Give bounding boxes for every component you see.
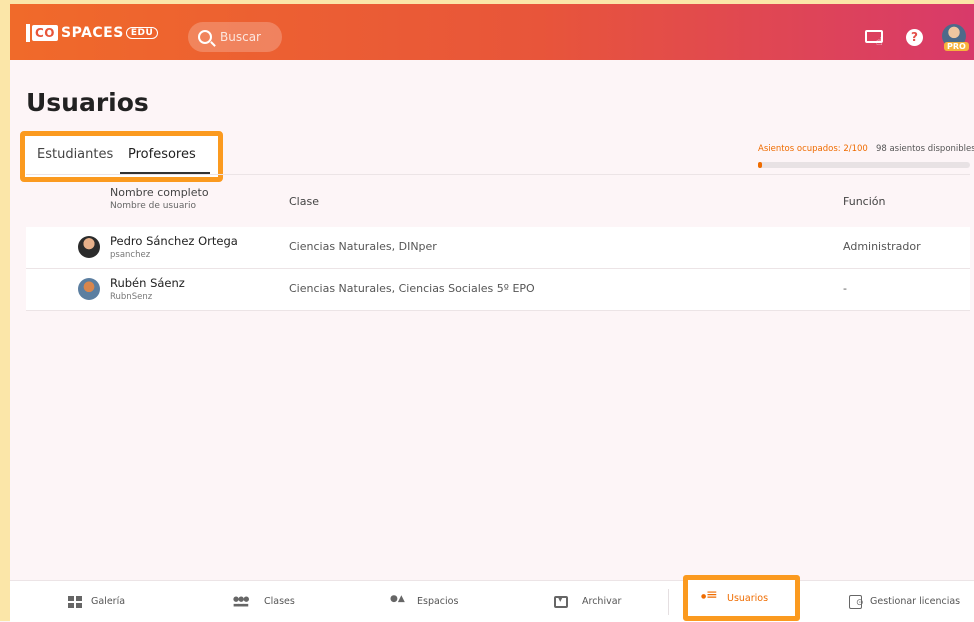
logo-co: CO [32,25,59,41]
user-class: Ciencias Naturales, DINper [289,240,437,253]
bottom-nav: Galería Clases Espacios Archivar Gestion… [10,580,974,622]
nav-users-label: Usuarios [727,592,769,604]
search-placeholder: Buscar [220,30,261,44]
logo-edu: EDU [125,27,159,39]
logo-spaces: SPACES [61,25,124,41]
nav-users[interactable]: Usuarios [701,580,769,616]
grid-icon [68,595,82,608]
top-bar: CO SPACES EDU Buscar ? PRO [10,4,974,60]
user-avatar [78,236,100,258]
license-icon [849,594,864,609]
archive-icon [554,595,568,608]
help-icon[interactable]: ? [906,29,923,46]
table-row[interactable]: Rubén Sáenz RubnSenz Ciencias Naturales,… [26,269,970,311]
seats-available: 98 asientos disponibles [875,144,974,154]
user-class: Ciencias Naturales, Ciencias Sociales 5º… [289,282,535,295]
tab-estudiantes[interactable]: Estudiantes [37,147,113,162]
spaces-icon [390,594,408,608]
tab-profesores[interactable]: Profesores [128,147,196,162]
nav-licenses-label: Gestionar licencias [870,596,961,607]
user-fullname: Pedro Sánchez Ortega [110,234,238,248]
seats-progress-fill [758,162,763,168]
seats-info: Asientos ocupados: 2/100 98 asientos dis… [758,144,974,154]
nav-divider [668,589,669,615]
nav-classes[interactable]: Clases [233,581,295,622]
nav-spaces-label: Espacios [417,596,459,607]
user-fullname: Rubén Sáenz [110,276,185,290]
nav-users-highlight: Usuarios [683,575,800,621]
page-title: Usuarios [26,88,149,117]
nav-spaces[interactable]: Espacios [390,581,458,622]
search-icon [198,30,212,44]
header-divider [26,174,970,175]
nav-gallery-label: Galería [91,596,126,607]
header-username-label: Nombre de usuario [110,201,197,211]
header-name[interactable]: Nombre completo Nombre de usuario [110,186,209,211]
user-username: psanchez [110,250,151,260]
nav-archive-label: Archivar [582,596,622,607]
people-icon [233,595,255,609]
user-role[interactable]: Administrador [843,240,921,253]
nav-licenses[interactable]: Gestionar licencias [849,581,960,622]
search-input[interactable]: Buscar [188,22,282,52]
logo-bar [26,24,30,42]
user-username: RubnSenz [110,292,153,302]
cospaces-logo[interactable]: CO SPACES EDU [26,22,159,44]
table-row[interactable]: Pedro Sánchez Ortega psanchez Ciencias N… [26,227,970,269]
nav-archive[interactable]: Archivar [554,581,621,622]
header-role[interactable]: Función [843,195,885,208]
pro-badge: PRO [944,42,969,51]
seats-progress-bar [758,162,970,168]
user-role[interactable]: - [843,282,847,295]
header-class[interactable]: Clase [289,195,319,208]
header-name-label: Nombre completo [110,186,209,199]
nav-classes-label: Clases [264,596,295,607]
users-list-icon [701,587,718,604]
user-avatar [78,278,100,300]
users-table: Pedro Sánchez Ortega psanchez Ciencias N… [26,227,970,311]
seats-occupied: Asientos ocupados: 2/100 [758,144,868,154]
nav-gallery[interactable]: Galería [68,581,125,622]
present-icon[interactable] [865,30,883,48]
